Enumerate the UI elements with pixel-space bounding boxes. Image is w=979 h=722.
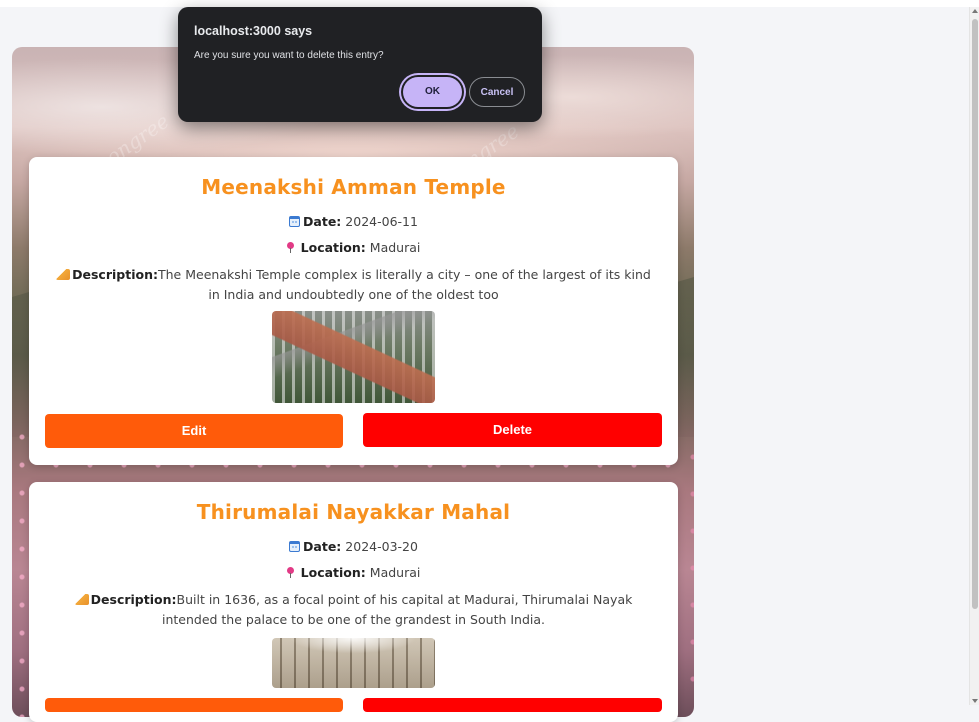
- pushpin-icon: [286, 242, 294, 253]
- entry-date: Date: 2024-06-11: [29, 214, 678, 229]
- entry-description: Description:Built in 1636, as a focal po…: [49, 590, 658, 630]
- scrollbar-thumb[interactable]: [972, 19, 978, 609]
- description-text: The Meenakshi Temple complex is literall…: [158, 267, 651, 302]
- entry-description: Description:The Meenakshi Temple complex…: [49, 265, 658, 305]
- calendar-icon: [289, 541, 301, 552]
- dialog-message: Are you sure you want to delete this ent…: [194, 50, 384, 61]
- entry-photo-highlight: [272, 638, 435, 688]
- entry-title: Meenakshi Amman Temple: [201, 175, 506, 199]
- scroll-up-arrow-icon[interactable]: [972, 9, 978, 13]
- description-label: Description:: [72, 267, 158, 282]
- location-label: Location:: [300, 565, 366, 580]
- page-scrollbar[interactable]: [969, 7, 979, 705]
- writing-hand-icon: [74, 594, 89, 605]
- location-label: Location:: [300, 240, 366, 255]
- description-label: Description:: [90, 592, 177, 607]
- browser-top-strip: [0, 0, 979, 7]
- writing-hand-icon: [56, 269, 71, 280]
- pushpin-icon: [286, 567, 294, 578]
- edit-button[interactable]: Edit: [45, 414, 343, 448]
- delete-button[interactable]: [363, 698, 662, 712]
- entry-title: Thirumalai Nayakkar Mahal: [196, 500, 511, 524]
- description-text: Built in 1636, as a focal point of his c…: [161, 592, 633, 627]
- date-label: Date:: [303, 214, 342, 229]
- cancel-button[interactable]: Cancel: [469, 77, 525, 107]
- entry-card: Meenakshi Amman Temple Date: 2024-06-11 …: [29, 157, 678, 465]
- calendar-icon: [289, 216, 301, 227]
- entry-location: Location: Madurai: [29, 240, 678, 255]
- location-value: Madurai: [369, 240, 421, 255]
- entry-card: Thirumalai Nayakkar Mahal Date: 2024-03-…: [29, 482, 678, 722]
- entry-photo: [272, 311, 435, 403]
- ok-button[interactable]: OK: [403, 77, 462, 107]
- location-value: Madurai: [369, 565, 421, 580]
- date-label: Date:: [303, 539, 342, 554]
- entry-date: Date: 2024-03-20: [29, 539, 678, 554]
- entry-location: Location: Madurai: [29, 565, 678, 580]
- dialog-title: localhost:3000 says: [194, 24, 313, 38]
- edit-button[interactable]: [45, 698, 343, 712]
- date-value: 2024-03-20: [345, 539, 418, 554]
- confirm-dialog: localhost:3000 says Are you sure you wan…: [178, 7, 542, 122]
- date-value: 2024-06-11: [345, 214, 418, 229]
- delete-button[interactable]: Delete: [363, 413, 662, 447]
- scroll-down-arrow-icon[interactable]: [972, 699, 978, 703]
